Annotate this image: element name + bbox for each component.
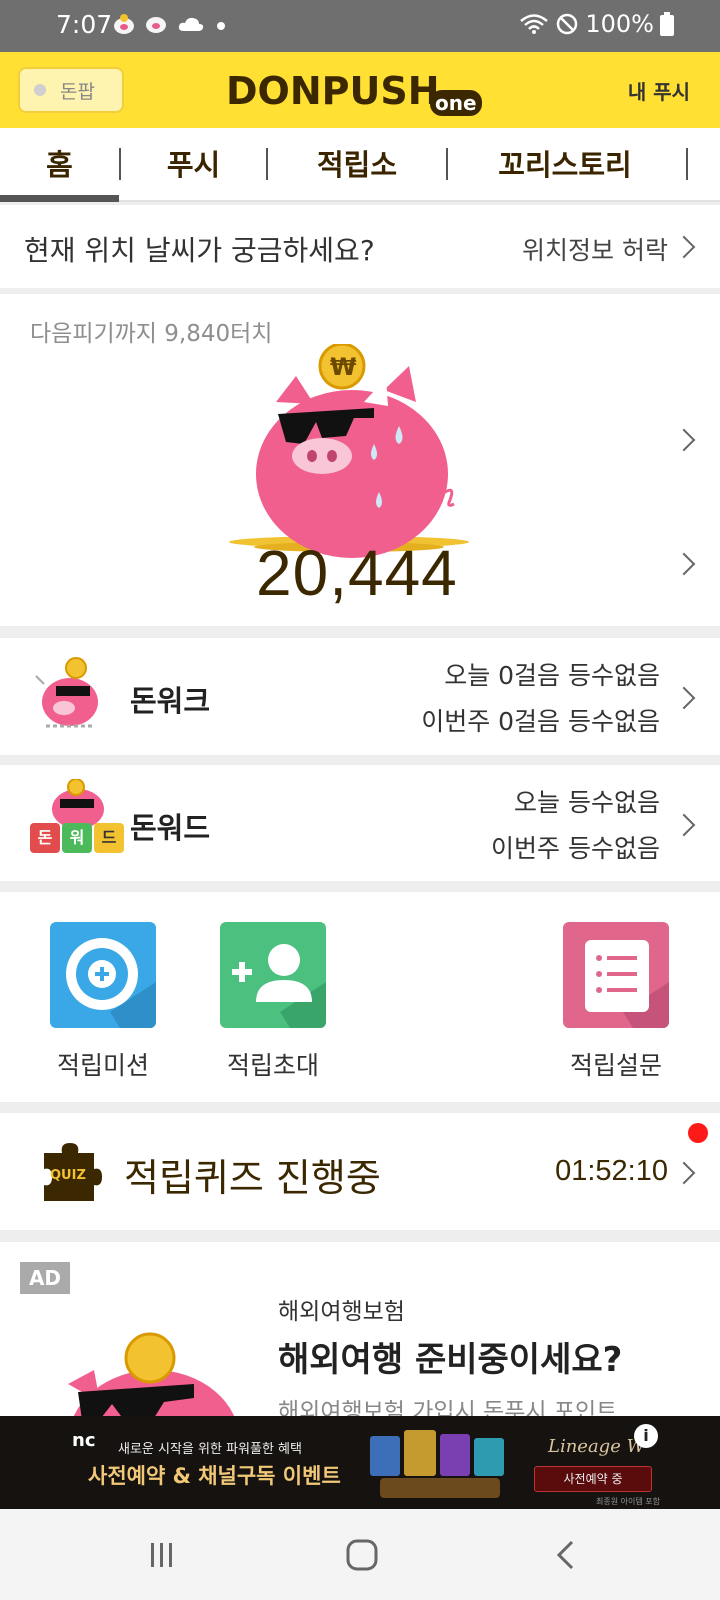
main-tabs: 홈 푸시 적립소 꼬리스토리 <box>0 128 720 202</box>
tab-divider <box>686 148 688 180</box>
donword-card[interactable]: 돈 워 드 돈워드 오늘 등수없음 이번주 등수없음 <box>0 765 720 881</box>
weather-permission-row[interactable]: 현재 위치 날씨가 궁금하세요? 위치정보 허락 <box>0 205 720 288</box>
notification-dot <box>688 1123 708 1143</box>
word-tile: 워 <box>62 823 92 853</box>
donwalk-title: 돈워크 <box>130 684 211 718</box>
tab-tail-story[interactable]: 꼬리스토리 <box>448 142 682 184</box>
home-icon[interactable] <box>346 1539 378 1571</box>
back-icon[interactable] <box>554 1539 576 1571</box>
game-items-image <box>370 1430 504 1498</box>
recent-apps-icon[interactable] <box>148 1541 176 1569</box>
weather-question: 현재 위치 날씨가 궁금하세요? <box>24 234 375 267</box>
toggle-indicator <box>34 84 46 96</box>
banner-line2: 사전예약 & 채널구독 이벤트 <box>88 1464 341 1488</box>
donword-title: 돈워드 <box>130 811 211 845</box>
system-nav-bar <box>0 1509 720 1600</box>
tab-push[interactable]: 푸시 <box>121 142 266 184</box>
add-person-icon <box>232 944 326 1028</box>
info-icon[interactable]: i <box>634 1424 658 1448</box>
next-piggy-text: 다음피기까지 9,840터치 <box>30 321 273 347</box>
status-time: 7:07 <box>56 10 113 39</box>
banner-fine-print: 최종원 아이템 포함 <box>596 1497 660 1506</box>
quiz-timer: 01:52:10 <box>555 1155 668 1187</box>
logo-suffix: one <box>435 91 477 115</box>
donpan-toggle[interactable]: 돈팝 <box>18 67 124 113</box>
mission-label: 적립미션 <box>56 1051 149 1080</box>
do-not-disturb-icon <box>557 13 578 35</box>
status-bar: 7:07 100% <box>0 0 720 52</box>
app-header: 돈팝 DONPUSH one 내 푸시 <box>0 52 720 128</box>
donwalk-pig-icon <box>35 657 98 728</box>
donwalk-today: 오늘 0걸음 등수없음 <box>444 661 660 690</box>
chevron-right-icon <box>672 235 696 259</box>
survey-list-icon <box>585 940 669 1028</box>
piggy-card[interactable]: 다음피기까지 9,840터치 ₩ 20,444 <box>0 294 720 626</box>
ad-category: 해외여행보험 <box>278 1299 405 1325</box>
status-right: 100% <box>519 10 674 38</box>
survey-label: 적립설문 <box>569 1051 662 1080</box>
donword-week: 이번주 등수없음 <box>491 834 660 863</box>
wifi-icon <box>520 14 549 34</box>
nc-logo: nc <box>72 1430 96 1451</box>
chevron-right-icon <box>672 1161 696 1185</box>
invite-button[interactable] <box>220 922 326 1028</box>
chevron-right-icon <box>672 813 696 837</box>
tab-home[interactable]: 홈 <box>0 142 119 184</box>
cloud-icon <box>178 17 204 31</box>
quiz-icon-text: QUIZ <box>50 1168 86 1183</box>
preregister-button[interactable]: 사전예약 중 <box>534 1466 652 1492</box>
quiz-row[interactable]: QUIZ 적립퀴즈 진행중 01:52:10 <box>0 1113 720 1230</box>
word-tile: 돈 <box>30 823 60 853</box>
active-tab-indicator <box>0 195 119 202</box>
donpan-label: 돈팝 <box>60 80 95 103</box>
word-tile: 드 <box>94 823 124 853</box>
ad-badge: AD <box>20 1262 70 1294</box>
my-push-link[interactable]: 내 푸시 <box>628 76 690 105</box>
donwalk-card[interactable]: 돈워크 오늘 0걸음 등수없음 이번주 0걸음 등수없음 <box>0 638 720 755</box>
mission-button[interactable] <box>50 922 156 1028</box>
donword-tiles: 돈 워 드 <box>30 823 124 853</box>
lineage-logo: Lineage W <box>548 1436 646 1457</box>
banner-line1: 새로운 시작을 위한 파워풀한 혜택 <box>118 1442 302 1457</box>
logo-text: DONPUSH <box>226 69 440 113</box>
donpush-logo: DONPUSH one <box>226 69 482 116</box>
piggy-count: 20,444 <box>256 537 458 609</box>
donwalk-week: 이번주 0걸음 등수없음 <box>421 707 660 736</box>
ad-pig-image <box>68 1332 234 1420</box>
ad-card[interactable]: AD 해외여행보험 해외여행 준비중이세요? 해외여행보험 가입시 돈푸시 포인… <box>0 1242 720 1420</box>
pig-notification-icon <box>146 17 166 33</box>
ad-headline: 해외여행 준비중이세요? <box>278 1340 623 1380</box>
chevron-right-icon <box>672 552 696 576</box>
tab-store[interactable]: 적립소 <box>268 142 446 184</box>
battery-icon <box>660 12 674 36</box>
quick-actions: 적립미션 적립초대 적립설문 <box>0 892 720 1102</box>
battery-percent: 100% <box>585 10 654 38</box>
chevron-right-icon <box>672 428 696 452</box>
invite-label: 적립초대 <box>226 1051 319 1080</box>
chevron-right-icon <box>672 686 696 710</box>
donword-today: 오늘 등수없음 <box>514 788 660 817</box>
pig-notification-icon <box>114 14 134 34</box>
coin-symbol: ₩ <box>330 353 357 381</box>
plus-circle-icon <box>66 938 156 1028</box>
quiz-puzzle-icon: QUIZ <box>44 1143 102 1201</box>
banner-ad[interactable]: nc 새로운 시작을 위한 파워풀한 혜택 사전예약 & 채널구독 이벤트 Li… <box>0 1416 720 1509</box>
dot-icon <box>217 22 225 30</box>
quiz-title: 적립퀴즈 진행중 <box>124 1156 381 1200</box>
location-permission-link[interactable]: 위치정보 허락 <box>522 231 668 267</box>
survey-button[interactable] <box>563 922 669 1028</box>
